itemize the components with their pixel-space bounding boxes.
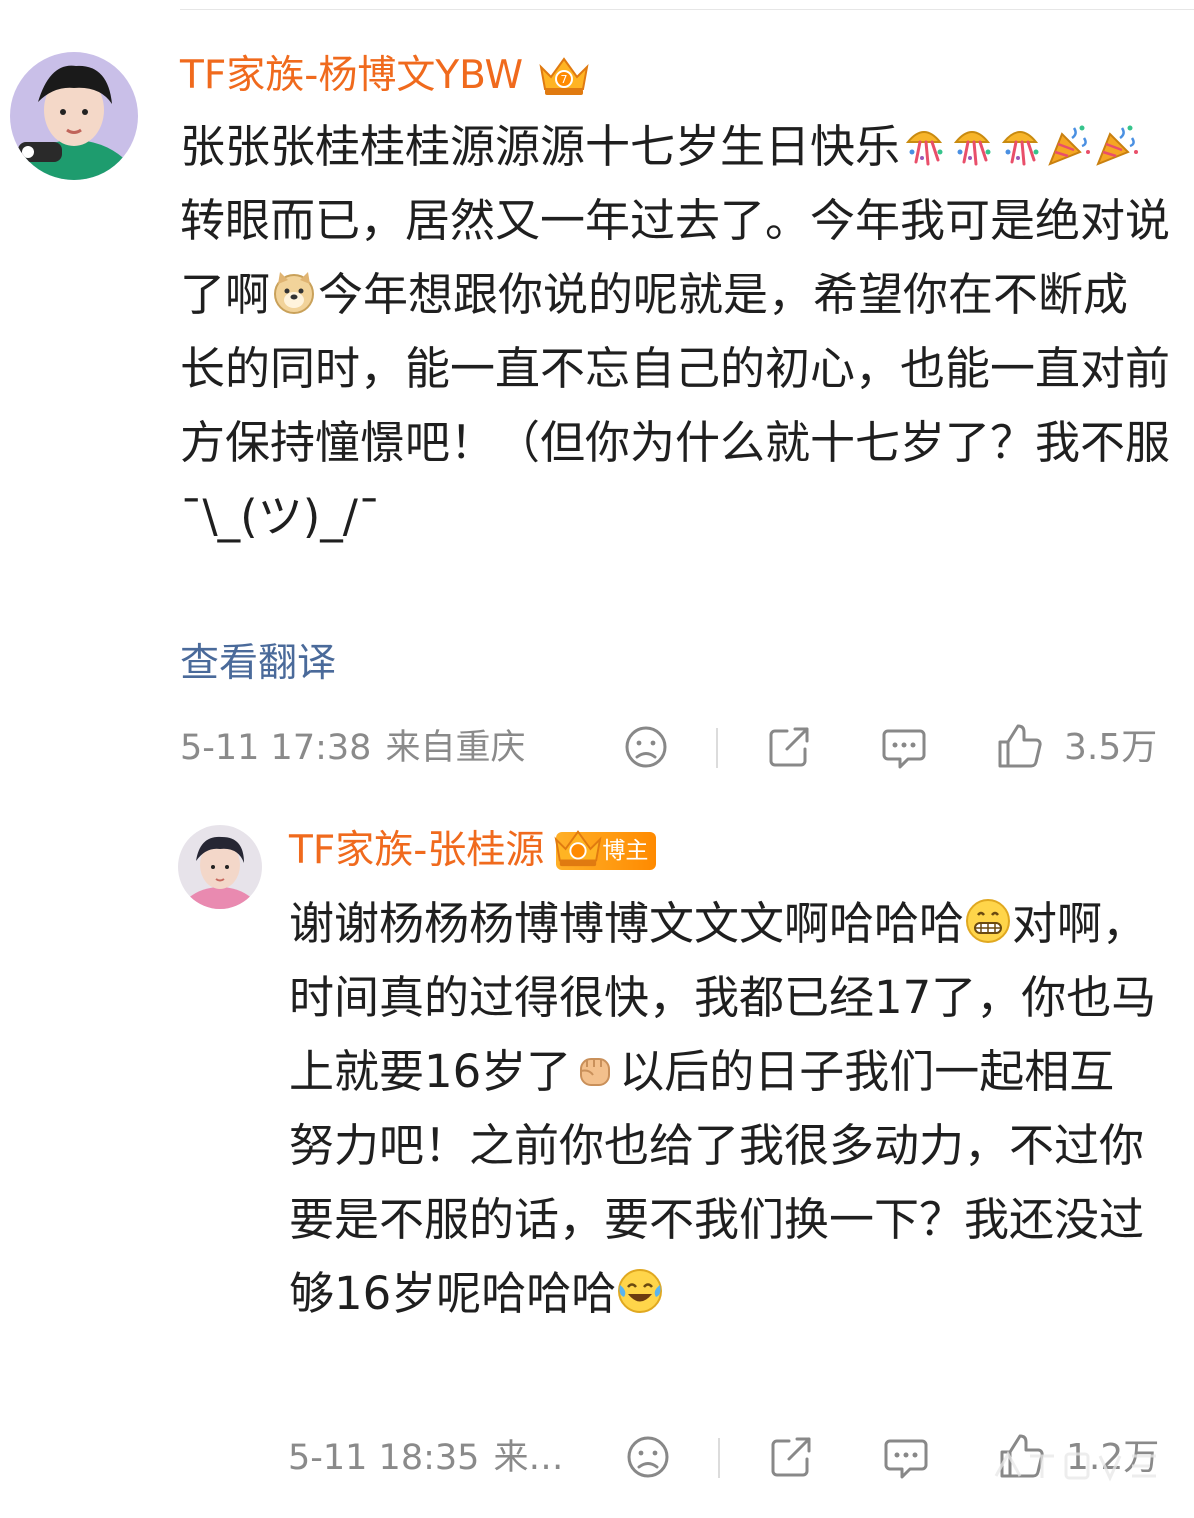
- crown-badge-icon: 7: [535, 53, 593, 99]
- party-emoji-icon: [1044, 116, 1092, 166]
- author-badge-label: 博主: [602, 838, 649, 864]
- confetti-emoji-icon: [900, 116, 948, 166]
- avatar[interactable]: [178, 825, 262, 909]
- action-divider: [716, 728, 718, 768]
- comment-location: 来自重庆: [385, 728, 526, 768]
- grin-emoji-icon: [964, 893, 1012, 943]
- share-icon[interactable]: [765, 723, 813, 771]
- avatar[interactable]: [10, 52, 138, 180]
- fist-emoji-icon: [571, 1041, 619, 1089]
- top-divider: [180, 9, 1194, 10]
- dislike-icon[interactable]: [624, 1433, 672, 1481]
- doge-emoji-icon: [270, 264, 318, 314]
- text-segment: 谢谢杨杨杨博博博文文文啊哈哈哈: [289, 897, 965, 950]
- comment-icon[interactable]: [880, 723, 928, 771]
- text-segment: 今年想跟你说的呢就是，希望你在不断成长的同时，能一直不忘自己的初心，也能一直对前…: [180, 268, 1171, 543]
- comment-time: 5-11 18:35: [288, 1438, 480, 1478]
- username[interactable]: TF家族-杨博文YBW 7: [180, 50, 593, 102]
- username-text[interactable]: TF家族-杨博文YBW: [180, 50, 523, 102]
- reply-text: 谢谢杨杨杨博博博文文文啊哈哈哈 对啊，时间真的过得很快，我都已经17了，你也马上就…: [289, 887, 1159, 1331]
- author-badge: 博主: [554, 830, 657, 870]
- like-count: 3.5万: [1064, 727, 1158, 768]
- translate-link[interactable]: 查看翻译: [180, 636, 336, 692]
- text-segment: 张张张桂桂桂源源源十七岁生日快乐: [180, 120, 901, 173]
- party-emoji-icon: [1092, 116, 1140, 166]
- dislike-icon[interactable]: [622, 723, 670, 771]
- username[interactable]: TF家族-张桂源 博主: [289, 825, 657, 877]
- svg-text:7: 7: [561, 73, 568, 86]
- confetti-emoji-icon: [948, 116, 996, 166]
- confetti-emoji-icon: [996, 116, 1044, 166]
- watermark-overlay: [994, 1450, 1156, 1482]
- comment-location: 来…: [493, 1438, 564, 1478]
- username-text[interactable]: TF家族-张桂源: [289, 825, 544, 877]
- share-icon[interactable]: [767, 1433, 815, 1481]
- like-icon[interactable]: [996, 722, 1044, 770]
- comment-text: 张张张桂桂桂源源源十七岁生日快乐转眼而已，居然又一年过去了。今年我可是绝对说了啊…: [180, 110, 1170, 554]
- comment-meta: 5-11 17:38 来自重庆: [180, 724, 525, 772]
- laugh-cry-emoji-icon: [616, 1263, 664, 1313]
- comment-meta: 5-11 18:35 来…: [288, 1434, 563, 1482]
- comment-icon[interactable]: [882, 1433, 930, 1481]
- crown-badge-icon: [554, 830, 602, 867]
- action-divider: [718, 1438, 720, 1478]
- comment-time: 5-11 17:38: [180, 728, 372, 768]
